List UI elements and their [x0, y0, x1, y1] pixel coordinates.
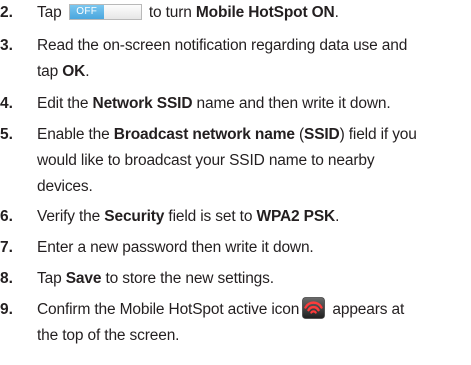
step-number: 4. — [0, 95, 13, 112]
text-fragment: . — [85, 63, 90, 80]
step-text: Enter a new password then write it down. — [37, 235, 469, 261]
text-fragment: devices. — [37, 178, 93, 195]
step-number: 8. — [0, 270, 13, 287]
step-number: 5. — [0, 126, 13, 143]
bold-term: Network SSID — [92, 95, 193, 112]
text-fragment: the top of the screen. — [37, 327, 180, 344]
text-fragment: would like to broadcast your SSID name t… — [37, 152, 375, 169]
bold-term: SSID — [304, 126, 340, 143]
bold-term: Broadcast network name — [113, 126, 295, 143]
step-text: Enable the Broadcast network name (SSID)… — [37, 122, 469, 200]
text-fragment: Enable the — [37, 126, 114, 143]
text-fragment: Read the on-screen notification regardin… — [37, 37, 408, 54]
step-text: Tap Save to store the new settings. — [37, 266, 469, 292]
step-text: Read the on-screen notification regardin… — [37, 33, 469, 85]
text-fragment: to turn — [144, 4, 196, 21]
text-fragment: Tap — [37, 270, 66, 287]
step-number: 9. — [0, 301, 13, 318]
step-text: Tap OFF to turn Mobile HotSpot ON. — [37, 0, 469, 26]
bold-term: Mobile HotSpot ON — [195, 4, 335, 21]
text-fragment: Enter a new password then write it down. — [37, 239, 314, 256]
text-fragment: field is set to — [164, 208, 257, 225]
instruction-page: 2. Tap OFF to turn Mobile HotSpot ON. 3.… — [0, 0, 471, 365]
text-fragment: Confirm the Mobile HotSpot active icon — [37, 301, 300, 318]
step-text: Confirm the Mobile HotSpot active icon a… — [37, 297, 469, 349]
text-fragment: Tap — [37, 4, 66, 21]
step-number: 6. — [0, 208, 13, 225]
step-number: 7. — [0, 239, 13, 256]
text-fragment: to store the new settings. — [101, 270, 274, 287]
step-text: Verify the Security field is set to WPA2… — [37, 204, 469, 230]
text-fragment: tap — [37, 63, 63, 80]
bold-term: OK — [62, 63, 86, 80]
step-number: 3. — [0, 37, 13, 54]
text-fragment: ) field if you — [339, 126, 417, 143]
off-toggle-icon: OFF — [68, 4, 142, 20]
text-fragment: . — [335, 208, 340, 225]
text-fragment: Edit the — [37, 95, 93, 112]
bold-term: Security — [104, 208, 165, 225]
bold-term: WPA2 PSK — [256, 208, 336, 225]
toggle-off-label: OFF — [69, 5, 104, 19]
bold-term: Save — [65, 270, 102, 287]
text-fragment: ( — [294, 126, 304, 143]
step-number: 2. — [0, 4, 13, 21]
text-fragment: . — [334, 4, 339, 21]
mobile-hotspot-active-icon — [302, 297, 326, 319]
text-fragment: appears at — [328, 301, 405, 318]
text-fragment: Verify the — [37, 208, 105, 225]
step-text: Edit the Network SSID name and then writ… — [37, 91, 469, 117]
text-fragment: name and then write it down. — [192, 95, 391, 112]
